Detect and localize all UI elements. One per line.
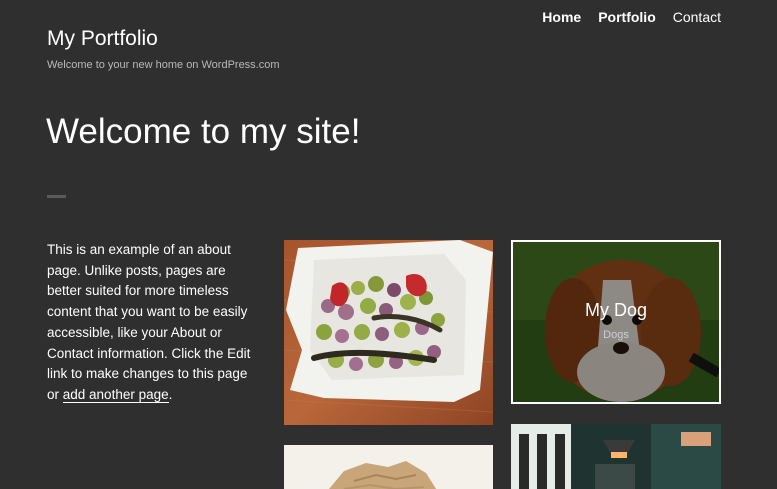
site-tagline: Welcome to your new home on WordPress.co… [47, 59, 280, 71]
cafe-image [511, 424, 721, 489]
nav-home-link[interactable]: Home [542, 9, 581, 25]
portfolio-item-title: My Dog [584, 300, 647, 320]
add-another-page-link[interactable]: add another page [62, 386, 169, 403]
paper-bag-image [284, 445, 493, 489]
dog-tile-caption: My Dog Dogs [511, 300, 721, 341]
portfolio-item-category: Dogs [603, 329, 629, 341]
title-divider [47, 195, 66, 198]
nav-contact-link[interactable]: Contact [673, 9, 721, 25]
nav-portfolio-link[interactable]: Portfolio [598, 9, 656, 25]
portfolio-tile-vegetables[interactable] [284, 240, 493, 425]
page: Home Portfolio Contact My Portfolio Welc… [0, 0, 777, 489]
main-nav: Home Portfolio Contact [542, 9, 721, 25]
portfolio-tile-cafe[interactable] [511, 424, 721, 489]
portfolio-tile-paper-bag[interactable] [284, 445, 493, 489]
intro-body: This is an example of an about page. Unl… [47, 242, 251, 402]
page-title: Welcome to my site! [46, 112, 361, 151]
portfolio-tile-my-dog[interactable]: My Dog Dogs [511, 240, 721, 404]
vegetables-image [284, 240, 493, 425]
intro-text: This is an example of an about page. Unl… [47, 240, 252, 406]
site-title[interactable]: My Portfolio [47, 27, 158, 51]
intro-end: . [168, 386, 173, 402]
